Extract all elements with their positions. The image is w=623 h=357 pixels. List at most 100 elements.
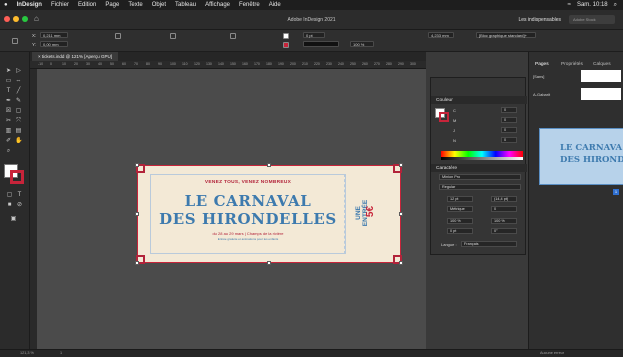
menu-page[interactable]: Page (105, 2, 119, 8)
hand-tool-icon[interactable]: ✋ (15, 138, 22, 145)
type-tool-icon[interactable]: T (5, 88, 12, 95)
none-master-label[interactable]: [Sans] (533, 74, 544, 79)
frame-style-select[interactable]: [Bloc graphique standard]+ (476, 32, 536, 38)
gray-ramp[interactable] (441, 157, 523, 160)
menu-objet[interactable]: Objet (152, 2, 166, 8)
stroke-weight-field[interactable]: 0 pt (303, 32, 325, 38)
wifi-icon[interactable]: ≈ (568, 2, 571, 9)
horizontal-ruler[interactable]: -10 0 10 20 30 40 50 60 70 80 90 100 110 120 130 140 150… (30, 61, 426, 69)
rotate-icon[interactable] (170, 33, 176, 39)
formatting-affects-text-icon[interactable]: T (16, 192, 23, 199)
selection-tool-icon[interactable]: ➤ (5, 68, 12, 75)
language-select[interactable]: Français (461, 241, 517, 247)
selection-handle[interactable] (135, 163, 139, 167)
width-field[interactable]: 4,233 mm (428, 32, 454, 38)
font-size-field[interactable]: 12 pt (447, 196, 473, 202)
constrain-proportions-icon[interactable] (115, 33, 121, 39)
stock-search-input[interactable]: Adobe Stock (569, 15, 615, 24)
y-field[interactable]: 0,00 mm (40, 41, 68, 47)
menu-bar: ● InDesign Fichier Edition Page Texte Ob… (0, 0, 623, 10)
master-a-thumb[interactable] (581, 88, 621, 100)
menu-tableau[interactable]: Tableau (175, 2, 196, 8)
menu-aide[interactable]: Aide (269, 2, 281, 8)
character-panel-header[interactable]: Caractère (431, 164, 527, 172)
menu-app[interactable]: InDesign (17, 2, 42, 8)
selection-handle[interactable] (267, 163, 271, 167)
font-style-select[interactable]: Regular (439, 184, 521, 190)
thumb-title-line1: LE CARNAVA (560, 143, 623, 153)
clock[interactable]: Sam. 10:18 (577, 2, 608, 9)
kerning-field[interactable]: Métrique (447, 206, 473, 212)
search-icon[interactable]: ⌕ (614, 2, 617, 9)
leading-field[interactable]: (14,4 pt) (491, 196, 517, 202)
screen-mode-icon[interactable]: ▣ (10, 216, 17, 223)
line-tool-icon[interactable]: ╱ (15, 88, 22, 95)
font-family-select[interactable]: Minion Pro (439, 174, 521, 180)
menu-texte[interactable]: Texte (128, 2, 142, 8)
transform-tool-icon[interactable]: ⤧ (15, 118, 22, 125)
fill-swatch-icon[interactable] (283, 33, 289, 39)
selection-handle[interactable] (135, 212, 139, 216)
pen-tool-icon[interactable]: ✒ (5, 98, 12, 105)
menu-edition[interactable]: Edition (78, 2, 96, 8)
zoom-level[interactable]: 121,3 % (20, 351, 34, 355)
stroke-type-select[interactable] (303, 41, 339, 47)
baseline-shift-field[interactable]: 0 pt (447, 228, 473, 234)
menu-fichier[interactable]: Fichier (51, 2, 69, 8)
ruler-tick-label: 210 (302, 62, 308, 66)
page-tool-icon[interactable]: ▭ (5, 78, 12, 85)
tools-panel: ➤ ▷ ▭ ⇔ T ╱ ✒ ✎ ☒ ▢ ✂ ⤧ ▥ ▤ ✐ ✋ ⌕ ▢ T ■ … (0, 52, 30, 349)
tab-proprietes[interactable]: Propriétés (561, 62, 583, 67)
apply-none-icon[interactable]: ⊘ (16, 202, 23, 209)
vertical-scale-field[interactable]: 100 % (447, 218, 473, 224)
selection-handle[interactable] (135, 261, 139, 265)
rectangle-tool-icon[interactable]: ▢ (15, 108, 22, 115)
selection-handle[interactable] (267, 261, 271, 265)
color-stroke-swatch[interactable] (439, 112, 449, 122)
master-a-label[interactable]: A-Gabarit (533, 92, 550, 97)
color-m-field[interactable]: 0 (501, 117, 517, 123)
preflight-status[interactable]: Aucune erreur (540, 351, 564, 355)
x-field[interactable]: 0,211 mm (40, 32, 68, 38)
flip-icon[interactable] (230, 33, 236, 39)
pencil-tool-icon[interactable]: ✎ (15, 98, 22, 105)
scale-field[interactable]: 100 % (350, 41, 374, 47)
stroke-swatch-icon[interactable] (283, 42, 289, 48)
gap-tool-icon[interactable]: ⇔ (15, 78, 22, 85)
gradient-tool-icon[interactable]: ▥ (5, 128, 12, 135)
selection-handle[interactable] (399, 163, 403, 167)
eyedropper-tool-icon[interactable]: ✐ (5, 138, 12, 145)
reference-point-icon[interactable] (12, 38, 18, 44)
scissors-tool-icon[interactable]: ✂ (5, 118, 12, 125)
selection-handle[interactable] (399, 212, 403, 216)
rectangle-frame-tool-icon[interactable]: ☒ (5, 108, 12, 115)
stroke-color-swatch[interactable] (10, 170, 24, 184)
skew-field[interactable]: 0° (491, 228, 517, 234)
note-tool-icon[interactable]: ▤ (15, 128, 22, 135)
menu-fenetre[interactable]: Fenêtre (239, 2, 260, 8)
apple-icon[interactable]: ● (4, 2, 8, 8)
apply-color-icon[interactable]: ■ (6, 202, 13, 209)
workspace-switcher[interactable]: Les indispensables (518, 17, 561, 23)
horizontal-scale-field[interactable]: 100 % (491, 218, 517, 224)
tab-pages[interactable]: Pages (535, 62, 549, 67)
color-panel-header[interactable]: Couleur (431, 96, 527, 104)
tracking-field[interactable]: 0 (491, 206, 517, 212)
vertical-ruler[interactable] (30, 69, 37, 349)
tab-calques[interactable]: Calques (593, 62, 611, 67)
ruler-tick-label: 40 (98, 62, 102, 66)
page-thumbnail[interactable]: LE CARNAVA DES HIRONDEL (539, 128, 623, 185)
zoom-tool-icon[interactable]: ⌕ (5, 148, 12, 155)
color-c-field[interactable]: 0 (501, 107, 517, 113)
direct-selection-tool-icon[interactable]: ▷ (15, 68, 22, 75)
color-n-field[interactable]: 0 (501, 137, 517, 143)
ticket-artwork[interactable]: VENEZ TOUS, VENEZ NOMBREUX LE CARNAVAL D… (135, 163, 403, 265)
none-master-thumb[interactable] (581, 70, 621, 82)
menu-affichage[interactable]: Affichage (205, 2, 230, 8)
document-tab[interactable]: × tickets.indd @ 121% [Aperçu GPU] (32, 52, 118, 61)
ruler-tick-label: 120 (194, 62, 200, 66)
formatting-affects-container-icon[interactable]: ▢ (6, 192, 13, 199)
color-j-field[interactable]: 0 (501, 127, 517, 133)
page-field[interactable]: 1 (60, 351, 62, 355)
selection-handle[interactable] (399, 261, 403, 265)
